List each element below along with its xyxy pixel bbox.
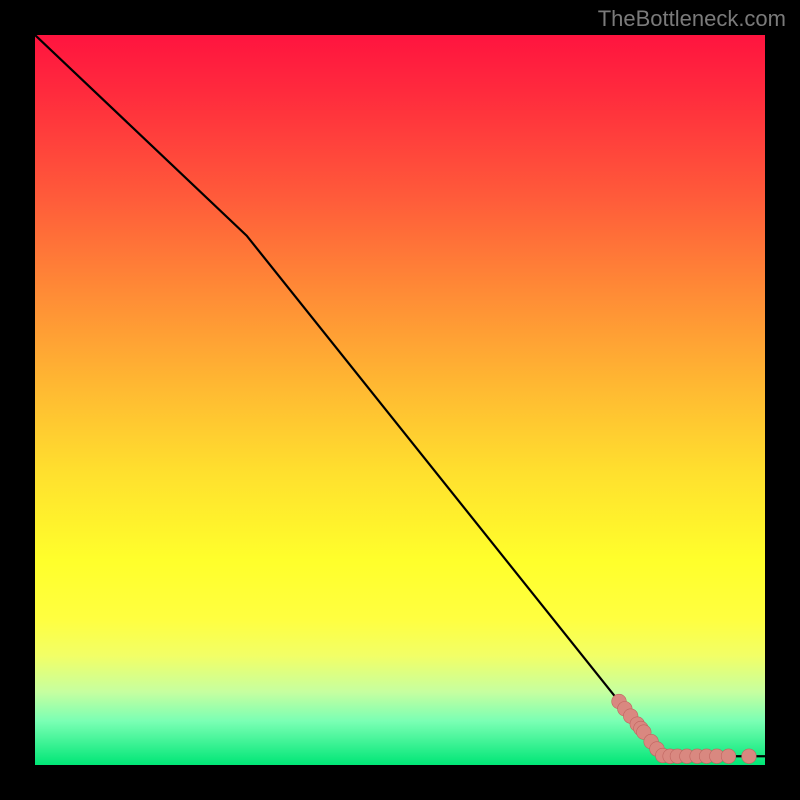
data-point: [721, 749, 736, 764]
plot-area: [35, 35, 765, 765]
performance-line: [35, 35, 765, 756]
data-point: [742, 749, 757, 764]
chart-overlay: [35, 35, 765, 765]
watermark-text: TheBottleneck.com: [598, 6, 786, 32]
chart-line: [35, 35, 765, 756]
chart-scatter: [612, 694, 757, 763]
